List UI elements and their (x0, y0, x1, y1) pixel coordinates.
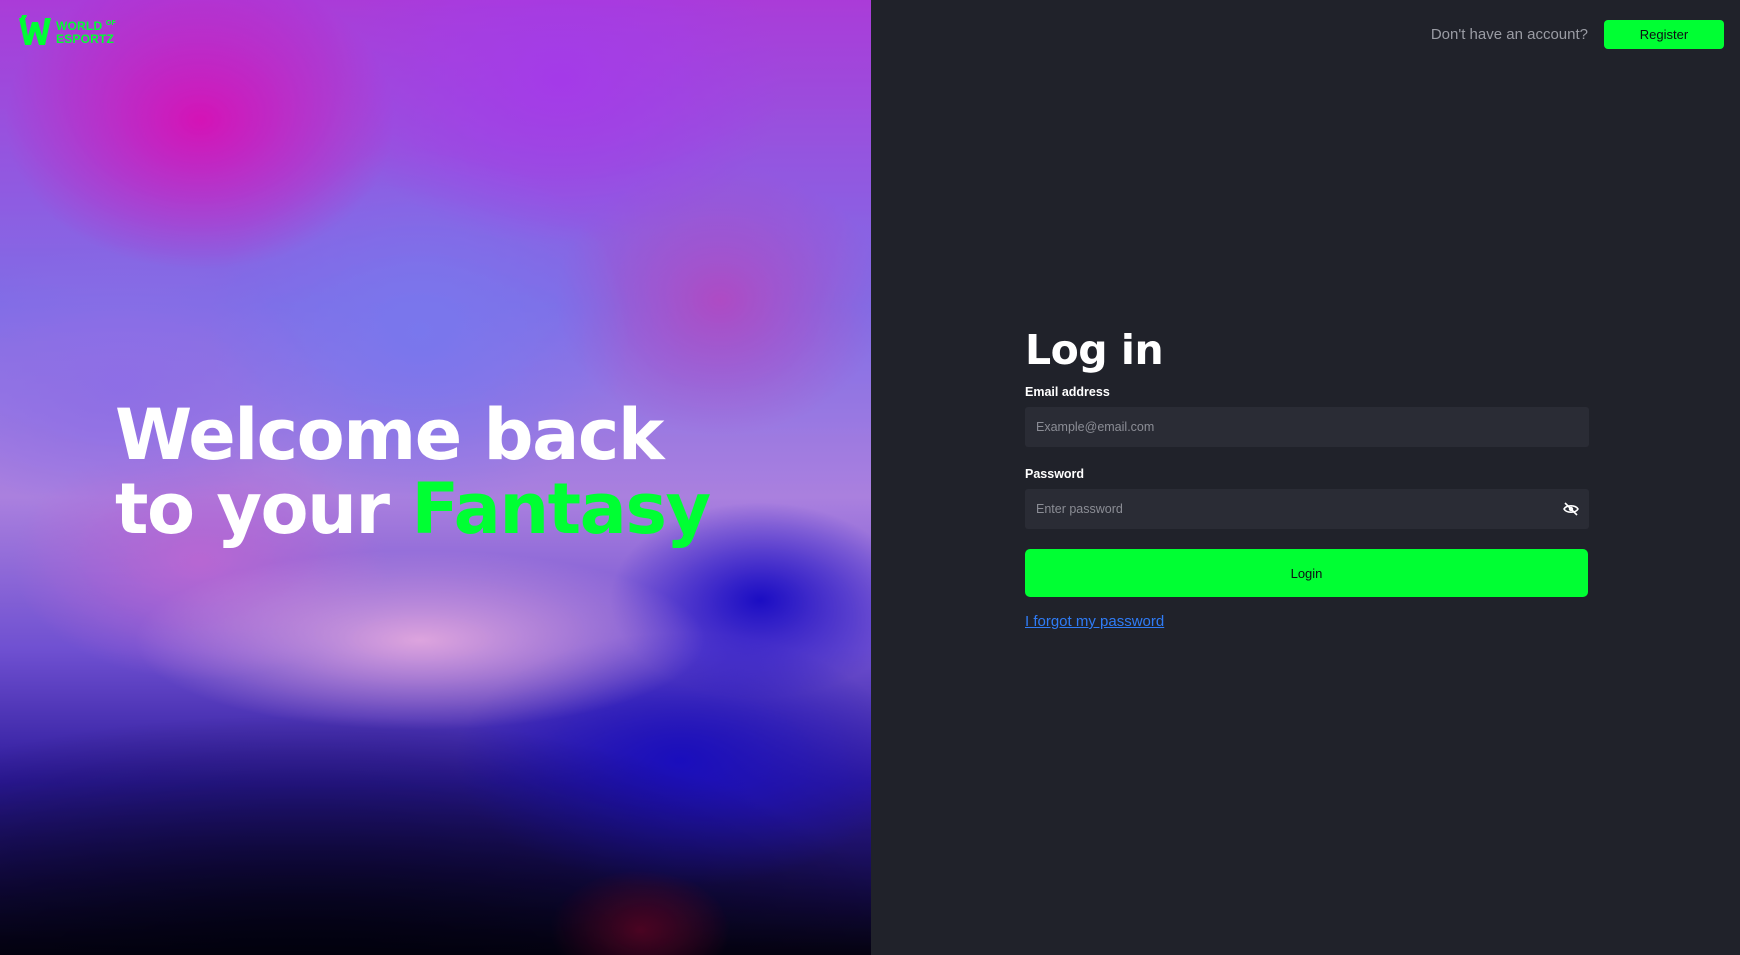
hero-headline-line-1: Welcome back (115, 394, 664, 476)
email-field-wrapper (1025, 407, 1589, 447)
hero-headline: Welcome back to your Fantasy (115, 394, 711, 546)
auth-topbar: Don't have an account? Register (1431, 20, 1724, 49)
login-button[interactable]: Login (1025, 549, 1588, 597)
logo-line-2: ESPORTZ (56, 31, 115, 46)
register-button[interactable]: Register (1604, 20, 1724, 49)
logo-wordmark: WORLD OF ESPORTZ (56, 17, 116, 46)
hero-headline-accent: Fantasy (411, 468, 711, 550)
email-input[interactable] (1025, 407, 1589, 447)
hero-headline-line-2: to your Fantasy (115, 472, 711, 546)
logo-w-icon (19, 15, 51, 45)
no-account-text: Don't have an account? (1430, 26, 1588, 43)
forgot-password-link[interactable]: I forgot my password (1025, 613, 1164, 630)
logo-line-1: WORLD OF (56, 18, 116, 33)
page-title: Log in (1025, 326, 1164, 374)
hero-headline-prefix: to your (115, 468, 390, 550)
password-input[interactable] (1025, 489, 1589, 529)
login-form: Log in Email address Password Login I fo… (1025, 325, 1590, 631)
password-label: Password (1025, 467, 1085, 481)
password-field-wrapper (1025, 489, 1589, 529)
eye-off-icon[interactable] (1561, 499, 1581, 519)
brand-logo[interactable]: WORLD OF ESPORTZ (18, 14, 116, 48)
email-label: Email address (1025, 385, 1110, 399)
